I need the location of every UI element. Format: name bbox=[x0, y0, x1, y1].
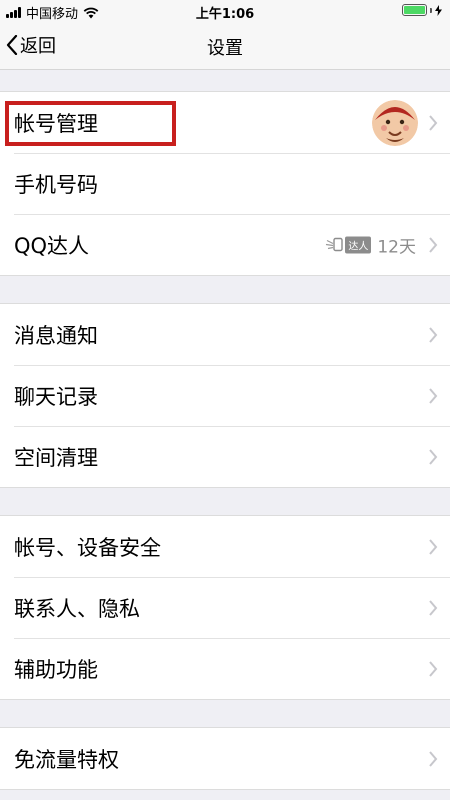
free-data-label: 免流量特权 bbox=[14, 747, 119, 772]
free-data-item[interactable]: 免流量特权 bbox=[0, 728, 450, 789]
phone-number-label: 手机号码 bbox=[14, 172, 98, 197]
battery-icon bbox=[402, 4, 427, 16]
message-notification-item[interactable]: 消息通知 bbox=[0, 304, 450, 365]
nav-bar: 返回 设置 bbox=[0, 22, 450, 70]
account-right bbox=[372, 99, 418, 146]
accessibility-item[interactable]: 辅助功能 bbox=[0, 638, 450, 699]
qq-expert-item[interactable]: QQ达人 达人 12天 bbox=[0, 214, 450, 275]
storage-clean-label: 空间清理 bbox=[14, 445, 98, 470]
settings-group-data: 免流量特权 bbox=[0, 727, 450, 790]
chevron-right-icon bbox=[429, 599, 438, 616]
account-security-item[interactable]: 帐号、设备安全 bbox=[0, 516, 450, 577]
storage-clean-item[interactable]: 空间清理 bbox=[0, 426, 450, 487]
chevron-right-icon bbox=[429, 448, 438, 465]
qq-expert-label: QQ达人 bbox=[14, 233, 90, 258]
settings-group-security: 帐号、设备安全 联系人、隐私 辅助功能 bbox=[0, 515, 450, 700]
account-management-label: 帐号管理 bbox=[14, 111, 98, 136]
chevron-right-icon bbox=[429, 387, 438, 404]
phone-number-item[interactable]: 手机号码 bbox=[0, 153, 450, 214]
battery-cap bbox=[430, 7, 432, 13]
message-notification-label: 消息通知 bbox=[14, 323, 98, 348]
avatar bbox=[372, 99, 418, 146]
expert-days: 12天 bbox=[377, 237, 416, 257]
chat-history-label: 聊天记录 bbox=[14, 384, 98, 409]
account-management-item[interactable]: 帐号管理 bbox=[0, 92, 450, 153]
chevron-right-icon bbox=[429, 236, 438, 253]
charging-icon bbox=[435, 4, 442, 16]
settings-group-messages: 消息通知 聊天记录 空间清理 bbox=[0, 303, 450, 488]
chevron-right-icon bbox=[429, 660, 438, 677]
chevron-right-icon bbox=[429, 750, 438, 767]
chevron-right-icon bbox=[429, 326, 438, 343]
status-bar: 中国移动 上午1:06 bbox=[0, 0, 450, 22]
chevron-right-icon bbox=[429, 114, 438, 131]
contacts-privacy-label: 联系人、隐私 bbox=[14, 596, 140, 621]
expert-badge: 达人 bbox=[325, 236, 372, 253]
status-time: 上午1:06 bbox=[195, 7, 255, 22]
status-right bbox=[402, 4, 442, 16]
expert-badge-label: 达人 bbox=[345, 236, 372, 253]
accessibility-label: 辅助功能 bbox=[14, 657, 98, 682]
account-security-label: 帐号、设备安全 bbox=[14, 535, 161, 560]
page-title: 设置 bbox=[207, 38, 243, 59]
settings-group-account: 帐号管理 手机号码 QQ达人 达人 12天 bbox=[0, 91, 450, 276]
qq-expert-right: 达人 12天 bbox=[325, 232, 416, 257]
contacts-privacy-item[interactable]: 联系人、隐私 bbox=[0, 577, 450, 638]
chat-history-item[interactable]: 聊天记录 bbox=[0, 365, 450, 426]
expert-wings-icon bbox=[326, 237, 344, 252]
chevron-right-icon bbox=[429, 538, 438, 555]
